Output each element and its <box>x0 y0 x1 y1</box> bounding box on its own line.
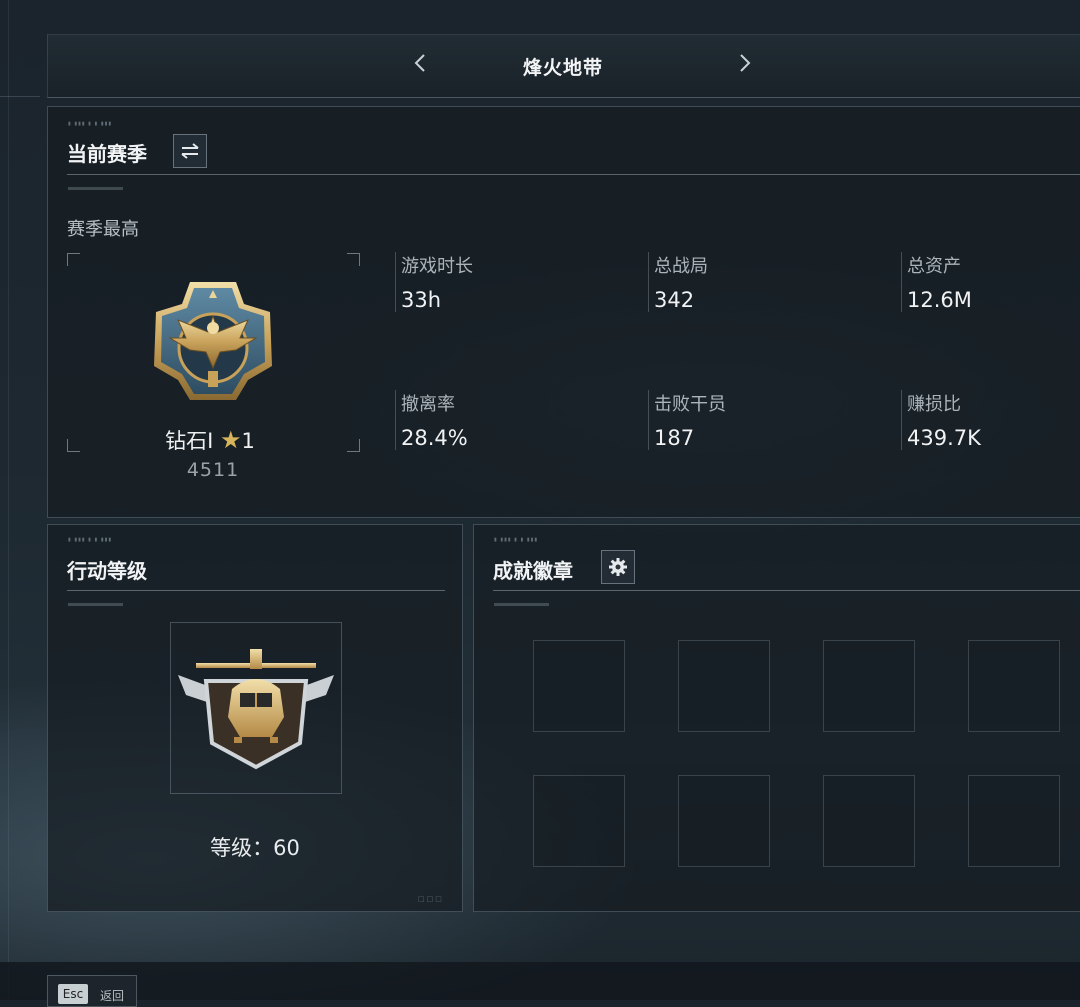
badge-slot[interactable] <box>968 775 1060 867</box>
operation-level-title: 行动等级 <box>67 559 147 583</box>
stat-value: 28.4% <box>401 426 468 450</box>
decor-bar <box>68 187 123 190</box>
title-divider <box>67 590 445 591</box>
title-divider <box>67 174 1080 175</box>
bottom-bar <box>0 962 1080 1000</box>
decor-bar <box>494 603 549 606</box>
badge-slot[interactable] <box>678 640 770 732</box>
mode-selector-bar: 烽火地带 <box>47 34 1080 98</box>
stat-label: 赚损比 <box>907 394 961 415</box>
frame-corner <box>67 439 80 452</box>
frame-corner <box>67 253 80 266</box>
season-title: 当前赛季 <box>67 142 147 166</box>
stat-value: 33h <box>401 288 442 312</box>
stat-value: 187 <box>654 426 695 450</box>
stat-label: 击败干员 <box>654 394 726 415</box>
operation-level-value: 等级：60 <box>210 836 300 860</box>
stat-value: 12.6M <box>907 288 972 312</box>
badge-slot[interactable] <box>678 775 770 867</box>
stat-value: 439.7K <box>907 426 981 450</box>
stat-label: 总战局 <box>654 256 708 277</box>
stat-divider <box>648 390 649 450</box>
title-divider <box>493 590 1080 591</box>
stat-divider <box>901 390 902 450</box>
decor-tick-text: ▮ ▮▮▮ ▮ ▮ ▮▮▮ <box>68 121 113 127</box>
decor-tick-text: ▮ ▮▮▮ ▮ ▮ ▮▮▮ <box>494 537 539 543</box>
badge-slot[interactable] <box>968 640 1060 732</box>
badge-slot[interactable] <box>823 775 915 867</box>
star-icon: ★ <box>220 426 242 454</box>
swap-arrows-icon[interactable] <box>173 134 207 168</box>
helicopter-emblem-icon <box>178 649 334 770</box>
gear-icon[interactable] <box>601 550 635 584</box>
diamond-rank-emblem-icon <box>154 282 272 400</box>
rank-score: 4511 <box>186 459 240 481</box>
chevron-right-icon[interactable] <box>733 52 757 78</box>
decor-tick-text: ▮ ▮▮▮ ▮ ▮ ▮▮▮ <box>68 537 113 543</box>
stat-label: 总资产 <box>907 256 961 277</box>
background-grid-line <box>0 96 40 97</box>
badge-slot[interactable] <box>823 640 915 732</box>
season-best-heading: 赛季最高 <box>67 219 139 240</box>
stat-divider <box>395 252 396 312</box>
stat-label: 撤离率 <box>401 394 455 415</box>
stat-divider <box>901 252 902 312</box>
badge-slot[interactable] <box>533 640 625 732</box>
stat-divider <box>648 252 649 312</box>
esc-key-label: Esc <box>58 984 88 1004</box>
back-button[interactable]: Esc 返回 <box>47 975 137 1007</box>
frame-corner <box>347 439 360 452</box>
rank-name: 钻石Ⅰ ★1 <box>165 426 255 454</box>
stat-divider <box>395 390 396 450</box>
stat-label: 游戏时长 <box>401 256 473 277</box>
decor-dots: □□□ <box>418 895 444 903</box>
achievements-title: 成就徽章 <box>493 559 573 583</box>
mode-title: 烽火地带 <box>522 57 603 79</box>
decor-bar <box>68 603 123 606</box>
stat-value: 342 <box>654 288 695 312</box>
back-label: 返回 <box>100 989 125 1003</box>
background-grid-line <box>8 0 9 1000</box>
frame-corner <box>347 253 360 266</box>
badge-slot[interactable] <box>533 775 625 867</box>
